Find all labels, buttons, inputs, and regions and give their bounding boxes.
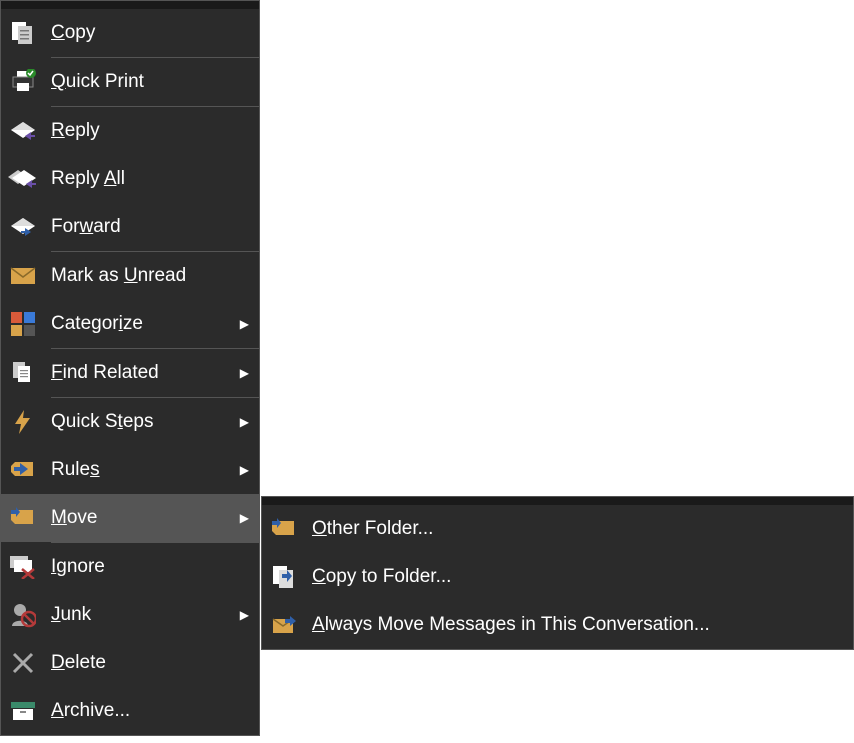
delete-icon	[7, 647, 39, 679]
ignore-icon	[7, 551, 39, 583]
menu-item-label: Delete	[51, 652, 249, 674]
menu-item-label: Rules	[51, 459, 240, 481]
menu-item-find-related[interactable]: Find Related ▶	[1, 349, 259, 397]
reply-icon	[7, 115, 39, 147]
submenu-arrow-icon: ▶	[240, 317, 249, 331]
submenu-arrow-icon: ▶	[240, 415, 249, 429]
context-menu: Copy Quick Print Reply Reply All Forward…	[0, 0, 260, 736]
forward-icon	[7, 211, 39, 243]
menu-item-label: Categorize	[51, 313, 240, 335]
mark-unread-icon	[7, 260, 39, 292]
menu-item-quick-steps[interactable]: Quick Steps ▶	[1, 398, 259, 446]
submenu-arrow-icon: ▶	[240, 608, 249, 622]
archive-icon	[7, 695, 39, 727]
menu-item-categorize[interactable]: Categorize ▶	[1, 300, 259, 348]
menu-item-label: Archive...	[51, 700, 249, 722]
menu-item-move[interactable]: Move ▶	[1, 494, 259, 542]
submenu-arrow-icon: ▶	[240, 511, 249, 525]
junk-icon	[7, 599, 39, 631]
find-related-icon	[7, 357, 39, 389]
copy-to-folder-icon	[268, 561, 300, 593]
quick-print-icon	[7, 66, 39, 98]
menu-item-label: Quick Print	[51, 71, 249, 93]
menu-item-reply-all[interactable]: Reply All	[1, 155, 259, 203]
menu-header-strip	[262, 497, 853, 505]
menu-item-delete[interactable]: Delete	[1, 639, 259, 687]
menu-item-quick-print[interactable]: Quick Print	[1, 58, 259, 106]
menu-item-label: Mark as Unread	[51, 265, 249, 287]
reply-all-icon	[7, 163, 39, 195]
menu-item-label: Forward	[51, 216, 249, 238]
menu-item-label: Reply	[51, 120, 249, 142]
categorize-icon	[7, 308, 39, 340]
menu-item-label: Junk	[51, 604, 240, 626]
menu-item-forward[interactable]: Forward	[1, 203, 259, 251]
menu-item-label: Always Move Messages in This Conversatio…	[312, 614, 843, 636]
submenu-item-copy-to-folder[interactable]: Copy to Folder...	[262, 553, 853, 601]
other-folder-icon	[268, 513, 300, 545]
submenu-arrow-icon: ▶	[240, 463, 249, 477]
submenu-item-always-move[interactable]: Always Move Messages in This Conversatio…	[262, 601, 853, 649]
always-move-icon	[268, 609, 300, 641]
menu-item-label: Other Folder...	[312, 518, 843, 540]
rules-icon	[7, 454, 39, 486]
copy-icon	[7, 17, 39, 49]
menu-item-label: Reply All	[51, 168, 249, 190]
menu-item-label: Copy to Folder...	[312, 566, 843, 588]
menu-item-ignore[interactable]: Ignore	[1, 543, 259, 591]
menu-item-mark-unread[interactable]: Mark as Unread	[1, 252, 259, 300]
menu-item-reply[interactable]: Reply	[1, 107, 259, 155]
menu-item-label: Ignore	[51, 556, 249, 578]
menu-header-strip	[1, 1, 259, 9]
submenu-item-other-folder[interactable]: Other Folder...	[262, 505, 853, 553]
submenu-arrow-icon: ▶	[240, 366, 249, 380]
move-icon	[7, 502, 39, 534]
quick-steps-icon	[7, 406, 39, 438]
menu-item-label: Move	[51, 507, 240, 529]
menu-item-label: Copy	[51, 22, 249, 44]
menu-item-rules[interactable]: Rules ▶	[1, 446, 259, 494]
menu-item-label: Find Related	[51, 362, 240, 384]
menu-item-junk[interactable]: Junk ▶	[1, 591, 259, 639]
menu-item-copy[interactable]: Copy	[1, 9, 259, 57]
menu-item-archive[interactable]: Archive...	[1, 687, 259, 735]
move-submenu: Other Folder... Copy to Folder... Always…	[261, 496, 854, 650]
menu-item-label: Quick Steps	[51, 411, 240, 433]
